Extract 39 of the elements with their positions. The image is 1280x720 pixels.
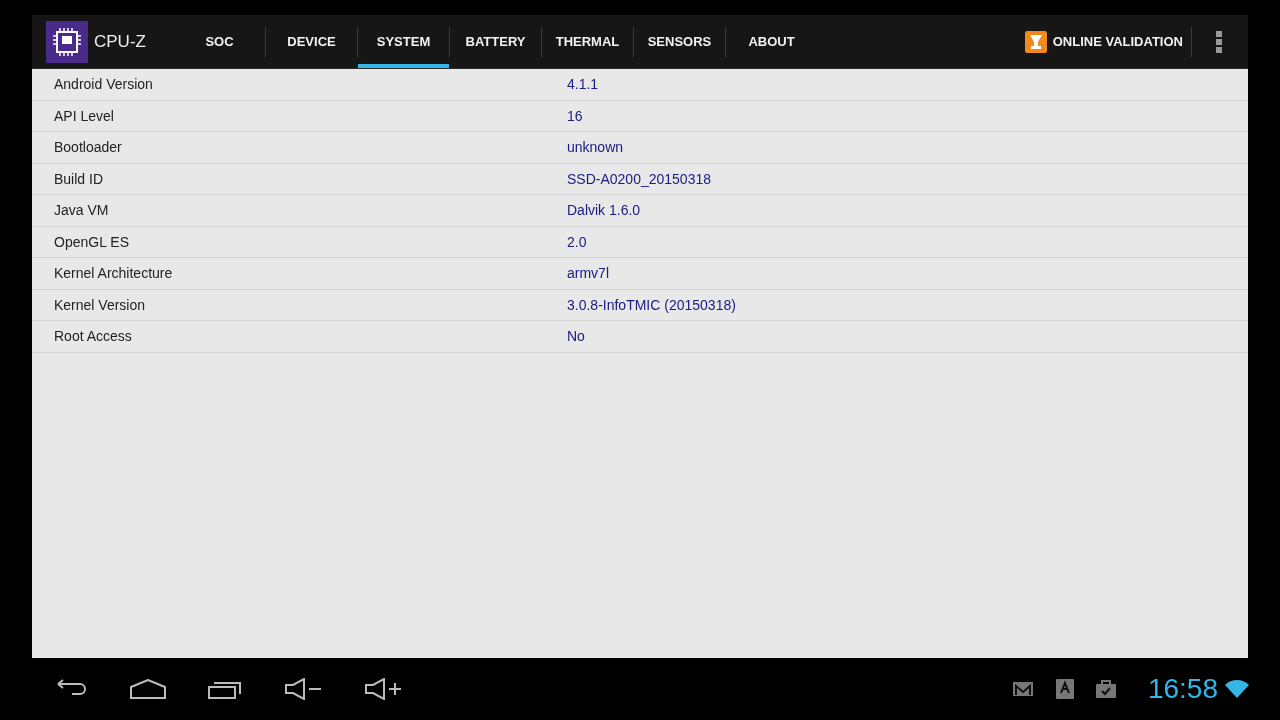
- volume-up-icon[interactable]: [364, 678, 402, 700]
- property-value: Dalvik 1.6.0: [567, 202, 641, 219]
- property-value: 16: [567, 107, 583, 124]
- recent-apps-icon[interactable]: [208, 679, 242, 699]
- property-label: Android Version: [53, 76, 154, 93]
- property-label: Kernel Architecture: [53, 265, 174, 282]
- property-value: 2.0: [567, 233, 587, 250]
- property-value: unknown: [567, 139, 624, 156]
- wifi-icon: [1224, 679, 1250, 699]
- app-title: CPU-Z: [94, 31, 146, 52]
- trophy-icon: [1024, 30, 1047, 53]
- property-value: 4.1.1: [567, 76, 599, 93]
- tab[interactable]: DEVICE: [266, 15, 357, 68]
- shopping-bag-icon[interactable]: [1095, 680, 1116, 698]
- tab[interactable]: THERMAL: [542, 15, 633, 68]
- property-label: OpenGL ES: [53, 233, 130, 250]
- tab[interactable]: ABOUT: [726, 15, 817, 68]
- chip-icon[interactable]: [46, 20, 88, 63]
- tab[interactable]: BATTERY: [450, 15, 541, 68]
- overflow-menu-icon[interactable]: [1216, 30, 1222, 53]
- keyboard-letter-icon[interactable]: [1055, 679, 1074, 699]
- tab[interactable]: SOC: [174, 15, 265, 68]
- property-label: Root Access: [53, 328, 133, 345]
- home-icon[interactable]: [130, 679, 166, 699]
- property-value: armv7l: [567, 265, 609, 282]
- property-label: API Level: [53, 107, 115, 124]
- property-label: Java VM: [53, 202, 110, 219]
- property-label: Build ID: [53, 170, 105, 187]
- property-label: Bootloader: [53, 139, 123, 156]
- property-value: 3.0.8-InfoTMIC (20150318): [567, 296, 736, 313]
- mail-icon[interactable]: [1011, 681, 1034, 697]
- property-value: No: [567, 328, 585, 345]
- property-value: SSD-A0200_20150318: [567, 170, 711, 187]
- tab[interactable]: SYSTEM: [358, 15, 449, 68]
- clock-time: 16:58: [1147, 673, 1218, 705]
- volume-down-icon[interactable]: [284, 678, 322, 700]
- tab[interactable]: SENSORS: [634, 15, 725, 68]
- property-label: Kernel Version: [53, 296, 147, 313]
- online-validation-button[interactable]: ONLINE VALIDATION: [1024, 15, 1191, 68]
